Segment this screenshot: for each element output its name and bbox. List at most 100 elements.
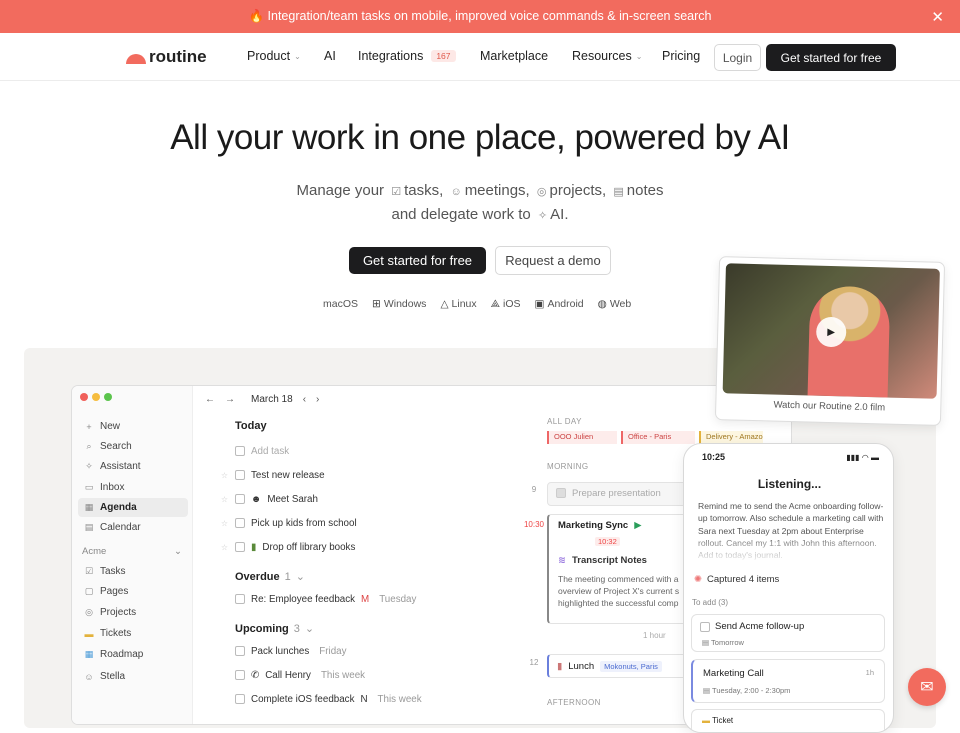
checkbox[interactable] [235,670,245,680]
get-started-nav-button[interactable]: Get started for free [766,44,896,71]
chevron-left-icon[interactable]: ‹ [303,394,306,405]
hero-subtitle-line1: Manage your ☑ tasks, ☺ meetings, ◎ projects… [0,182,960,199]
sidebar-label: Agenda [100,502,137,513]
platform-android[interactable]: ▣ Android [535,298,584,311]
banner-text[interactable]: 🔥 Integration/team tasks on mobile, impr… [249,9,712,24]
sidebar-label: Roadmap [100,649,144,660]
sidebar-label: Stella [100,671,126,682]
captured-item[interactable]: Marketing Call 1h ▤ Tuesday, 2:00 - 2:30… [691,659,885,703]
captured-item[interactable]: Send Acme follow-up ▤ Tomorrow [691,614,885,652]
checkbox[interactable] [235,646,245,656]
checkbox[interactable] [235,694,245,704]
chevron-right-icon[interactable]: › [316,394,319,405]
task-row[interactable]: ☆ Test new release [220,467,325,483]
sidebar-item-stella[interactable]: ☺ Stella [78,667,188,686]
captured-item[interactable]: ▬ Ticket [691,709,885,732]
forward-arrow-icon[interactable]: → [225,394,235,405]
checkbox [556,488,566,498]
platform-list: macOS ⊞ Windows △ Linux ⟁ iOS ▣ Android ◍ Web [320,298,631,311]
logo[interactable]: routine [126,47,207,67]
nav-marketplace-label: Marketplace [480,49,549,63]
phone-time: 10:25 [702,452,726,462]
checkbox[interactable] [235,594,245,604]
upcoming-header[interactable]: Upcoming 3 ⌄ [235,622,314,635]
roadmap-icon: ▦ [84,649,94,659]
announcement-banner[interactable]: 🔥 Integration/team tasks on mobile, impr… [0,0,960,33]
task-panel: ← → March 18 ‹ › Today Add task ☆ Test ne… [193,386,523,724]
nav-integrations[interactable]: Integrations 167 [358,49,456,63]
platform-linux[interactable]: △ Linux [440,298,476,311]
upcoming-label: Upcoming [235,623,289,635]
task-row[interactable]: Re: Employee feedback M Tuesday [220,591,416,607]
platform-ios[interactable]: ⟁ iOS [491,298,521,311]
sidebar-item-agenda[interactable]: ▦ Agenda [78,498,188,517]
top-navigation: routine Product ⌄ AI Integrations 167 Ma… [0,33,960,81]
current-time-label: 10:30 [523,520,545,529]
task-row[interactable]: ✆ Call Henry This week [220,667,365,683]
checkbox[interactable] [235,494,245,504]
add-task-row[interactable]: Add task [220,443,289,459]
video-card[interactable]: ▶ Watch our Routine 2.0 film [714,256,946,426]
item-duration: 1h [865,668,874,677]
star-icon[interactable]: ☆ [220,471,229,480]
task-title: Pick up kids from school [251,517,357,529]
sidebar-item-tasks[interactable]: ☑ Tasks [78,562,188,581]
transcript-title: Transcript Notes [571,555,647,566]
sidebar-item-inbox[interactable]: ▭ Inbox [78,478,188,497]
platform-macos[interactable]: macOS [320,298,358,311]
nav-marketplace[interactable]: Marketplace [480,49,548,63]
task-row[interactable]: Complete iOS feedback N This week [220,691,422,707]
sidebar-item-new[interactable]: + New [78,417,188,436]
workspace-header[interactable]: Acme ⌄ [82,546,182,557]
sidebar-item-assistant[interactable]: ✧ Assistant [78,457,188,476]
notes-icon: ▤ [613,186,624,198]
nav-integrations-label: Integrations [358,49,424,63]
task-title: Meet Sarah [267,493,318,505]
event-chip[interactable]: OOO Julien [547,431,617,444]
login-button[interactable]: Login [714,44,761,71]
pages-icon: ▢ [84,586,94,596]
get-started-hero-button[interactable]: Get started for free [349,247,486,274]
ai-wand-icon: ✧ [537,210,548,222]
platform-web[interactable]: ◍ Web [598,298,632,311]
tasks-icon: ☑ [84,566,94,576]
request-demo-button[interactable]: Request a demo [495,246,611,275]
nav-resources[interactable]: Resources ⌄ [572,49,642,63]
chat-support-icon[interactable]: ✉ [908,668,946,706]
sidebar-item-roadmap[interactable]: ▦ Roadmap [78,645,188,664]
star-icon[interactable]: ☆ [220,543,229,552]
checkbox[interactable] [700,621,710,632]
overdue-header[interactable]: Overdue 1 ⌄ [235,570,305,583]
checkbox[interactable] [235,518,245,528]
platform-web-label: Web [609,298,632,310]
task-title: Complete iOS feedback [251,693,355,705]
windows-icon: ⊞ [372,298,381,310]
event-chip[interactable]: Office - Paris [621,431,695,444]
sidebar-item-calendar[interactable]: ▤ Calendar [78,518,188,537]
star-icon[interactable]: ☆ [220,519,229,528]
task-row[interactable]: ☆ ▮ Drop off library books [220,539,355,555]
logo-text: routine [149,47,207,66]
platform-windows[interactable]: ⊞ Windows [372,298,426,311]
sidebar-item-search[interactable]: ⌕ Search [78,437,188,456]
sidebar-item-projects[interactable]: ◎ Projects [78,603,188,622]
overdue-label: Overdue [235,571,280,583]
star-icon[interactable]: ☆ [220,495,229,504]
nav-pricing[interactable]: Pricing [662,49,700,63]
nav-ai[interactable]: AI [324,49,336,63]
back-arrow-icon[interactable]: ← [205,394,215,405]
sidebar-item-tickets[interactable]: ▬ Tickets [78,624,188,643]
task-row[interactable]: Pack lunches Friday [220,643,347,659]
task-row[interactable]: ☆ ☻ Meet Sarah [220,491,318,507]
close-icon[interactable]: ✕ [931,8,944,26]
task-meta: Friday [319,645,347,657]
task-row[interactable]: ☆ Pick up kids from school [220,515,357,531]
event-title: Marketing Sync [558,520,629,531]
listening-title: Listening... [757,477,822,491]
checkbox[interactable] [235,542,245,552]
nav-product[interactable]: Product ⌄ [247,49,301,63]
sidebar-item-pages[interactable]: ▢ Pages [78,582,188,601]
waveform-icon: ≋ [558,555,566,566]
all-day-label: ALL DAY [547,417,582,426]
checkbox[interactable] [235,470,245,480]
